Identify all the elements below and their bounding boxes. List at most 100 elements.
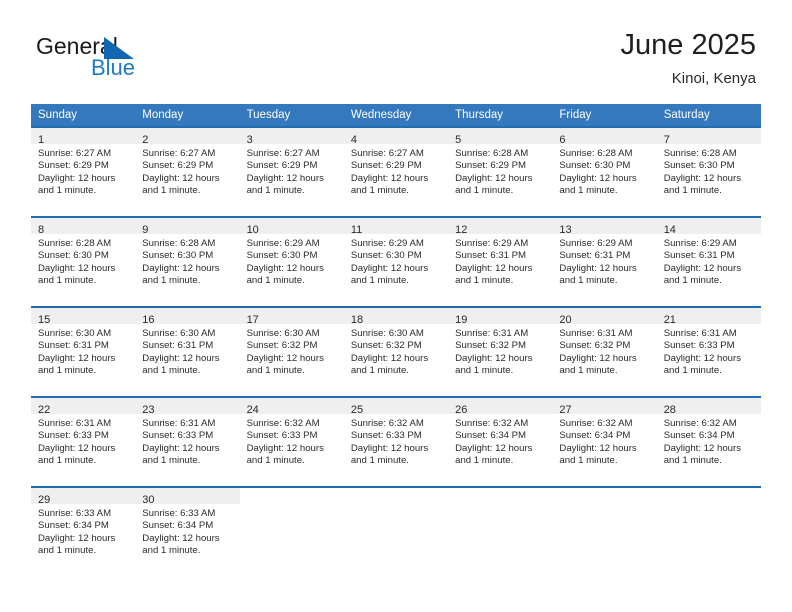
day-details: Sunrise: 6:32 AM Sunset: 6:34 PM Daylight:… xyxy=(552,414,656,468)
calendar-cell-empty xyxy=(239,486,344,576)
day-cell-content: 8 Sunrise: 6:28 AM Sunset: 6:30 PM Daylight… xyxy=(31,218,136,306)
location-subtitle: Kinoi, Kenya xyxy=(671,70,756,87)
day-number: 21 xyxy=(663,314,676,326)
sunset-text: Sunset: 6:34 PM xyxy=(663,430,735,442)
calendar-day-cell[interactable]: 26 Sunrise: 6:32 AM Sunset: 6:34 PM Dayligh… xyxy=(448,396,553,487)
calendar-day-cell[interactable]: 15 Sunrise: 6:30 AM Sunset: 6:31 PM Dayligh… xyxy=(31,306,136,397)
calendar-day-cell[interactable]: 29 Sunrise: 6:33 AM Sunset: 6:34 PM Dayligh… xyxy=(31,486,136,576)
day-number: 10 xyxy=(246,224,259,236)
calendar-day-cell[interactable]: 6 Sunrise: 6:28 AM Sunset: 6:30 PM Daylight… xyxy=(552,126,657,217)
day-details: Sunrise: 6:32 AM Sunset: 6:33 PM Daylight:… xyxy=(344,414,448,468)
sunrise-text: Sunrise: 6:27 AM xyxy=(142,148,216,159)
daylight-text: Daylight: 12 hours and 1 minute. xyxy=(663,172,742,197)
sunrise-text: Sunrise: 6:31 AM xyxy=(663,328,737,339)
day-cell-content: 12 Sunrise: 6:29 AM Sunset: 6:31 PM Dayligh… xyxy=(448,218,553,306)
day-number: 23 xyxy=(142,404,155,416)
day-number: 8 xyxy=(38,224,45,236)
day-cell-content: 5 Sunrise: 6:28 AM Sunset: 6:29 PM Daylight… xyxy=(448,128,553,216)
sunrise-text: Sunrise: 6:30 AM xyxy=(142,328,216,339)
weekday-header-saturday: Saturday xyxy=(656,104,761,127)
day-number-bar: 26 xyxy=(448,398,553,416)
page-header: General Blue June 2025 Kinoi, Kenya xyxy=(0,0,792,100)
calendar-day-cell[interactable]: 25 Sunrise: 6:32 AM Sunset: 6:33 PM Dayligh… xyxy=(343,396,449,487)
day-cell-content: 28 Sunrise: 6:32 AM Sunset: 6:34 PM Dayligh… xyxy=(656,398,761,486)
calendar-day-cell[interactable]: 17 Sunrise: 6:30 AM Sunset: 6:32 PM Dayligh… xyxy=(239,306,344,397)
day-cell-content: 22 Sunrise: 6:31 AM Sunset: 6:33 PM Dayligh… xyxy=(31,398,136,486)
day-cell-content: 15 Sunrise: 6:30 AM Sunset: 6:31 PM Dayligh… xyxy=(31,308,136,396)
weekday-header-wednesday: Wednesday xyxy=(343,104,449,127)
daylight-text: Daylight: 12 hours and 1 minute. xyxy=(559,262,637,287)
day-number: 3 xyxy=(246,134,253,146)
day-details: Sunrise: 6:31 AM Sunset: 6:32 PM Daylight:… xyxy=(552,324,656,378)
logo-text-blue: Blue xyxy=(91,55,136,80)
calendar-day-cell[interactable]: 7 Sunrise: 6:28 AM Sunset: 6:30 PM Daylight… xyxy=(656,126,761,217)
daylight-text: Daylight: 12 hours and 1 minute. xyxy=(246,352,324,377)
calendar-day-cell[interactable]: 2 Sunrise: 6:27 AM Sunset: 6:29 PM Daylight… xyxy=(135,126,240,217)
weekday-header-monday: Monday xyxy=(135,104,240,127)
daylight-text: Daylight: 12 hours and 1 minute. xyxy=(246,172,324,197)
day-number-bar: 30 xyxy=(135,488,240,506)
title-block: June 2025 Kinoi, Kenya xyxy=(621,28,756,89)
sunrise-text: Sunrise: 6:32 AM xyxy=(246,418,320,429)
calendar-day-cell[interactable]: 8 Sunrise: 6:28 AM Sunset: 6:30 PM Daylight… xyxy=(31,216,136,307)
daylight-text: Daylight: 12 hours and 1 minute. xyxy=(455,262,533,287)
calendar-day-cell[interactable]: 24 Sunrise: 6:32 AM Sunset: 6:33 PM Dayligh… xyxy=(239,396,344,487)
sunset-text: Sunset: 6:30 PM xyxy=(663,160,735,172)
sunset-text: Sunset: 6:32 PM xyxy=(455,340,527,352)
day-number: 5 xyxy=(455,134,462,146)
calendar-day-cell[interactable]: 21 Sunrise: 6:31 AM Sunset: 6:33 PM Dayligh… xyxy=(656,306,761,397)
calendar-day-cell[interactable]: 20 Sunrise: 6:31 AM Sunset: 6:32 PM Dayligh… xyxy=(552,306,657,397)
calendar-day-cell[interactable]: 18 Sunrise: 6:30 AM Sunset: 6:32 PM Dayligh… xyxy=(343,306,449,397)
daylight-text: Daylight: 12 hours and 1 minute. xyxy=(142,442,220,467)
sunrise-text: Sunrise: 6:31 AM xyxy=(455,328,529,339)
calendar-day-cell[interactable]: 22 Sunrise: 6:31 AM Sunset: 6:33 PM Dayligh… xyxy=(31,396,136,487)
day-cell-content: 23 Sunrise: 6:31 AM Sunset: 6:33 PM Dayligh… xyxy=(135,398,240,486)
calendar-cell-empty xyxy=(552,486,657,576)
calendar-week-row: 15 Sunrise: 6:30 AM Sunset: 6:31 PM Dayligh… xyxy=(31,306,761,397)
calendar-day-cell[interactable]: 10 Sunrise: 6:29 AM Sunset: 6:30 PM Dayligh… xyxy=(239,216,344,307)
sunrise-text: Sunrise: 6:32 AM xyxy=(350,418,424,429)
day-details: Sunrise: 6:27 AM Sunset: 6:29 PM Daylight:… xyxy=(31,144,135,198)
weekday-header-friday: Friday xyxy=(552,104,657,127)
day-cell-content: 25 Sunrise: 6:32 AM Sunset: 6:33 PM Dayligh… xyxy=(343,398,449,486)
sunset-text: Sunset: 6:33 PM xyxy=(663,340,735,352)
day-number: 6 xyxy=(559,134,566,146)
sunrise-text: Sunrise: 6:33 AM xyxy=(38,508,112,519)
calendar-day-cell[interactable]: 14 Sunrise: 6:29 AM Sunset: 6:31 PM Dayligh… xyxy=(656,216,761,307)
day-cell-content: 16 Sunrise: 6:30 AM Sunset: 6:31 PM Dayligh… xyxy=(135,308,240,396)
calendar-day-cell[interactable]: 28 Sunrise: 6:32 AM Sunset: 6:34 PM Dayligh… xyxy=(656,396,761,487)
calendar-day-cell[interactable]: 19 Sunrise: 6:31 AM Sunset: 6:32 PM Dayligh… xyxy=(448,306,553,397)
day-details: Sunrise: 6:29 AM Sunset: 6:31 PM Daylight:… xyxy=(657,234,761,288)
calendar-day-cell[interactable]: 4 Sunrise: 6:27 AM Sunset: 6:29 PM Daylight… xyxy=(343,126,449,217)
day-details: Sunrise: 6:33 AM Sunset: 6:34 PM Daylight:… xyxy=(135,504,239,558)
day-number: 14 xyxy=(663,224,676,236)
sunset-text: Sunset: 6:33 PM xyxy=(246,430,318,442)
sunset-text: Sunset: 6:31 PM xyxy=(455,250,527,262)
sunrise-text: Sunrise: 6:32 AM xyxy=(663,418,737,429)
calendar-day-cell[interactable]: 12 Sunrise: 6:29 AM Sunset: 6:31 PM Dayligh… xyxy=(448,216,553,307)
calendar-day-cell[interactable]: 5 Sunrise: 6:28 AM Sunset: 6:29 PM Daylight… xyxy=(448,126,553,217)
day-number: 7 xyxy=(663,134,670,146)
calendar-day-cell[interactable]: 16 Sunrise: 6:30 AM Sunset: 6:31 PM Dayligh… xyxy=(135,306,240,397)
calendar-day-cell[interactable]: 9 Sunrise: 6:28 AM Sunset: 6:30 PM Daylight… xyxy=(135,216,240,307)
day-details: Sunrise: 6:27 AM Sunset: 6:29 PM Daylight:… xyxy=(344,144,448,198)
calendar-day-cell[interactable]: 1 Sunrise: 6:27 AM Sunset: 6:29 PM Daylight… xyxy=(31,126,136,217)
calendar-day-cell[interactable]: 3 Sunrise: 6:27 AM Sunset: 6:29 PM Daylight… xyxy=(239,126,344,217)
day-number: 2 xyxy=(142,134,149,146)
calendar-day-cell[interactable]: 27 Sunrise: 6:32 AM Sunset: 6:34 PM Dayligh… xyxy=(552,396,657,487)
day-details: Sunrise: 6:30 AM Sunset: 6:31 PM Daylight:… xyxy=(31,324,135,378)
day-number: 13 xyxy=(559,224,572,236)
generalblue-logo[interactable]: General Blue xyxy=(36,33,216,85)
sunset-text: Sunset: 6:29 PM xyxy=(350,160,422,172)
calendar-day-cell[interactable]: 11 Sunrise: 6:29 AM Sunset: 6:30 PM Dayligh… xyxy=(343,216,449,307)
day-details: Sunrise: 6:29 AM Sunset: 6:31 PM Daylight:… xyxy=(552,234,656,288)
calendar-day-cell[interactable]: 30 Sunrise: 6:33 AM Sunset: 6:34 PM Dayligh… xyxy=(135,486,240,576)
calendar-day-cell[interactable]: 23 Sunrise: 6:31 AM Sunset: 6:33 PM Dayligh… xyxy=(135,396,240,487)
calendar-header-row: Sunday Monday Tuesday Wednesday Thursday… xyxy=(31,104,761,127)
sunset-text: Sunset: 6:30 PM xyxy=(559,160,631,172)
calendar-day-cell[interactable]: 13 Sunrise: 6:29 AM Sunset: 6:31 PM Dayligh… xyxy=(552,216,657,307)
daylight-text: Daylight: 12 hours and 1 minute. xyxy=(246,442,324,467)
sunrise-text: Sunrise: 6:27 AM xyxy=(38,148,112,159)
day-number-bar: 5 xyxy=(448,128,553,146)
sunrise-text: Sunrise: 6:27 AM xyxy=(350,148,424,159)
